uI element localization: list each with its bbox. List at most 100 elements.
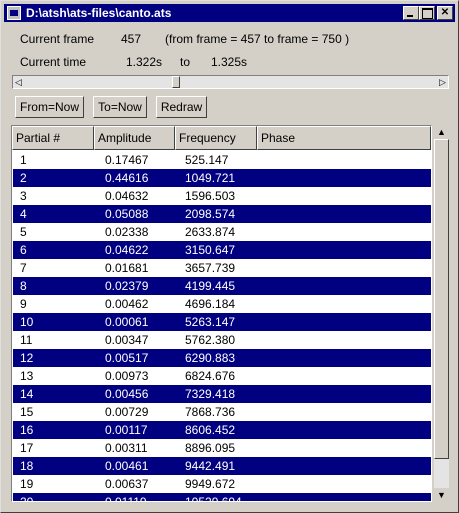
cell-amplitude: 0.00973 <box>105 369 149 383</box>
cell-frequency: 9442.491 <box>185 459 236 473</box>
cell-partial: 14 <box>20 387 34 401</box>
table-header: Partial # Amplitude Frequency Phase <box>12 126 431 150</box>
minimize-button[interactable] <box>403 6 419 20</box>
cell-partial: 9 <box>20 297 27 311</box>
cell-frequency: 9949.672 <box>185 477 236 491</box>
cell-partial: 7 <box>20 261 27 275</box>
cell-amplitude: 0.44616 <box>105 171 149 185</box>
table-row[interactable]: 20 0.01119 10529.694 <box>13 493 431 502</box>
cell-amplitude: 0.17467 <box>105 153 149 167</box>
cell-partial: 6 <box>20 243 27 257</box>
table-row[interactable]: 8 0.02379 4199.445 <box>13 277 431 295</box>
cell-partial: 12 <box>20 351 34 365</box>
table-row[interactable]: 5 0.02338 2633.874 <box>13 223 431 241</box>
cell-partial: 10 <box>20 315 34 329</box>
table-row[interactable]: 16 0.00117 8606.452 <box>13 421 431 439</box>
cell-frequency: 10529.694 <box>185 495 242 502</box>
cell-frequency: 6290.883 <box>185 351 236 365</box>
column-header-partial[interactable]: Partial # <box>12 126 94 150</box>
cell-partial: 13 <box>20 369 34 383</box>
table-row[interactable]: 14 0.00456 7329.418 <box>13 385 431 403</box>
table-row[interactable]: 12 0.00517 6290.883 <box>13 349 431 367</box>
time-to-label: to <box>180 55 191 69</box>
from-now-button[interactable]: From=Now <box>15 96 84 118</box>
cell-frequency: 1596.503 <box>185 189 236 203</box>
table-row[interactable]: 7 0.01681 3657.739 <box>13 259 431 277</box>
cell-amplitude: 0.02379 <box>105 279 149 293</box>
title-bar[interactable]: D:\atsh\ats-files\canto.ats ✕ <box>4 4 455 22</box>
cell-amplitude: 0.00637 <box>105 477 149 491</box>
cell-amplitude: 0.00117 <box>105 423 148 437</box>
table-row[interactable]: 4 0.05088 2098.574 <box>13 205 431 223</box>
frame-slider[interactable]: ◁ ▷ <box>12 75 449 89</box>
window-title: D:\atsh\ats-files\canto.ats <box>26 6 172 20</box>
cell-amplitude: 0.00729 <box>105 405 149 419</box>
cell-partial: 20 <box>20 495 34 502</box>
frame-range: (from frame = 457 to frame = 750 ) <box>165 32 350 46</box>
time-from: 1.322s <box>126 55 163 69</box>
cell-partial: 17 <box>20 441 34 455</box>
slider-left-arrow-icon[interactable]: ◁ <box>13 76 24 88</box>
table-row[interactable]: 17 0.00311 8896.095 <box>13 439 431 457</box>
scroll-up-arrow-icon[interactable]: ▲ <box>434 125 449 139</box>
table-row[interactable]: 10 0.00061 5263.147 <box>13 313 431 331</box>
cell-frequency: 2098.574 <box>185 207 236 221</box>
table-row[interactable]: 13 0.00973 6824.676 <box>13 367 431 385</box>
vertical-scrollbar[interactable]: ▲ ▼ <box>434 125 449 502</box>
table-row[interactable]: 2 0.44616 1049.721 <box>13 169 431 187</box>
slider-right-arrow-icon[interactable]: ▷ <box>437 76 448 88</box>
cell-frequency: 7329.418 <box>185 387 236 401</box>
column-header-phase[interactable]: Phase <box>257 126 431 150</box>
cell-partial: 8 <box>20 279 27 293</box>
table-row[interactable]: 9 0.00462 4696.184 <box>13 295 431 313</box>
maximize-button[interactable] <box>419 6 435 20</box>
cell-frequency: 5762.380 <box>185 333 236 347</box>
cell-amplitude: 0.00517 <box>105 351 149 365</box>
scroll-thumb[interactable] <box>434 139 449 459</box>
column-header-frequency[interactable]: Frequency <box>175 126 257 150</box>
cell-frequency: 2633.874 <box>185 225 236 239</box>
column-header-amplitude[interactable]: Amplitude <box>94 126 175 150</box>
cell-amplitude: 0.02338 <box>105 225 149 239</box>
app-icon <box>7 6 21 20</box>
time-to: 1.325s <box>211 55 248 69</box>
current-time-label: Current time <box>20 55 87 69</box>
to-now-button[interactable]: To=Now <box>93 96 147 118</box>
table-row[interactable]: 6 0.04622 3150.647 <box>13 241 431 259</box>
close-button[interactable]: ✕ <box>437 6 453 20</box>
cell-partial: 16 <box>20 423 34 437</box>
table-row[interactable]: 15 0.00729 7868.736 <box>13 403 431 421</box>
partials-table: Partial # Amplitude Frequency Phase 1 0.1… <box>11 125 432 502</box>
cell-frequency: 525.147 <box>185 153 229 167</box>
cell-amplitude: 0.00061 <box>105 315 149 329</box>
table-row[interactable]: 3 0.04632 1596.503 <box>13 187 431 205</box>
table-row[interactable]: 11 0.00347 5762.380 <box>13 331 431 349</box>
cell-amplitude: 0.04622 <box>105 243 149 257</box>
slider-thumb[interactable] <box>172 76 180 88</box>
cell-frequency: 8896.095 <box>185 441 236 455</box>
current-frame-value: 457 <box>121 32 142 46</box>
cell-partial: 15 <box>20 405 34 419</box>
cell-frequency: 3657.739 <box>185 261 236 275</box>
cell-amplitude: 0.01119 <box>105 495 147 502</box>
cell-frequency: 4696.184 <box>185 297 236 311</box>
cell-partial: 3 <box>20 189 27 203</box>
cell-amplitude: 0.00461 <box>105 459 149 473</box>
cell-amplitude: 0.00456 <box>105 387 149 401</box>
main-window: D:\atsh\ats-files\canto.ats ✕ Current fr… <box>0 0 459 513</box>
cell-frequency: 7868.736 <box>185 405 236 419</box>
cell-partial: 18 <box>20 459 34 473</box>
table-row[interactable]: 1 0.17467 525.147 <box>13 151 431 169</box>
cell-frequency: 6824.676 <box>185 369 236 383</box>
scroll-down-arrow-icon[interactable]: ▼ <box>434 488 449 502</box>
cell-frequency: 1049.721 <box>185 171 236 185</box>
cell-partial: 1 <box>20 153 27 167</box>
cell-partial: 4 <box>20 207 27 221</box>
cell-amplitude: 0.01681 <box>105 261 149 275</box>
cell-frequency: 8606.452 <box>185 423 236 437</box>
cell-partial: 2 <box>20 171 27 185</box>
cell-frequency: 5263.147 <box>185 315 236 329</box>
table-row[interactable]: 18 0.00461 9442.491 <box>13 457 431 475</box>
table-row[interactable]: 19 0.00637 9949.672 <box>13 475 431 493</box>
redraw-button[interactable]: Redraw <box>156 96 207 118</box>
